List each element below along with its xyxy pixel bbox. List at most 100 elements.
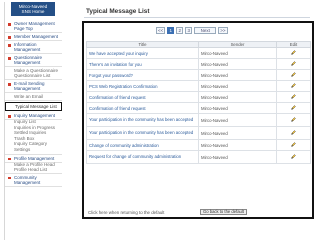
sidebar-item-member-management[interactable]: Member Management [5,33,62,41]
pagination: << 1 2 3 Next >> [156,27,228,34]
sidebar-item-label: Typical Message List [15,104,57,109]
edit-pencil-icon[interactable] [291,50,296,55]
profile-submenu: Make a Profile Head Profile Head List [5,162,62,174]
edit-cell [276,139,311,151]
message-title-link[interactable]: Your participation in the community has … [86,113,199,127]
sns-home-button[interactable]: Mirco-Naveed SNS Home [11,2,55,16]
table-row: There's an invitation for you Mirco-Navee… [86,58,311,70]
sidebar-item-label: Write an Email [14,94,44,99]
bullet-icon [8,44,11,47]
message-sender: Mirco-Naveed [198,126,277,140]
sidebar-item-questionnaire-management[interactable]: Questionnaire Management [5,54,62,67]
message-title-link[interactable]: Confirmation of friend request [86,102,199,114]
table-row: Change of community administration Mirco-… [86,139,311,151]
bullet-icon [8,83,11,86]
message-sender: Mirco-Naveed [198,80,277,92]
go-back-default-button[interactable]: Go back to the default [200,209,247,215]
sidebar: Mirco-Naveed SNS Home Owner Management P… [4,2,62,240]
edit-cell [276,80,311,92]
sidebar-item-label: Community Management [14,174,41,185]
edit-pencil-icon[interactable] [291,130,296,135]
message-title-link[interactable]: We have accepted your inquiry [86,47,199,59]
edit-cell [276,69,311,81]
message-sender: Mirco-Naveed [198,91,277,103]
message-title-link[interactable]: Forgot your password? [86,69,199,81]
table-row: Request for change of community administ… [86,150,311,164]
message-sender: Mirco-Naveed [198,69,277,81]
bullet-icon [8,176,11,180]
edit-pencil-icon[interactable] [291,61,296,66]
edit-pencil-icon[interactable] [291,154,296,159]
edit-pencil-icon[interactable] [291,94,296,99]
sidebar-item-label: Owner Management Page Top [14,21,55,31]
sidebar-item-label: Information Management [14,42,41,52]
sidebar-item-label: Make a Questionnaire Questionnaire List [14,68,59,78]
return-default-text: Click here when returning to the default [88,210,165,215]
sidebar-item-label: Profile Management [14,155,55,161]
sidebar-item-settings[interactable]: Settings [14,147,60,154]
table-row: Forgot your password? Mirco-Naveed [86,69,311,81]
edit-cell [276,150,311,164]
pager-next-button[interactable]: Next [194,27,217,34]
sidebar-item-information-management[interactable]: Information Management [5,41,62,54]
message-sender: Mirco-Naveed [198,58,277,70]
message-sender: Mirco-Naveed [198,47,277,59]
edit-pencil-icon[interactable] [291,105,296,110]
sidebar-item-write-email[interactable]: Write an Email [5,93,62,101]
bullet-icon [8,115,11,118]
pager-last-button[interactable]: >> [218,27,228,34]
bullet-icon [8,57,11,60]
edit-pencil-icon[interactable] [291,142,296,147]
sidebar-item-label: Member Management [14,34,59,39]
pager-prev-button[interactable]: << [156,27,166,34]
sidebar-item-profile-head-list[interactable]: Profile Head List [14,167,60,173]
edit-pencil-icon[interactable] [291,83,296,88]
table-row: We have accepted your inquiry Mirco-Navee… [86,47,311,59]
sidebar-item-label: E-mail Sending Management [14,81,45,91]
message-title-link[interactable]: PCS Web Registration Confirmation [86,80,199,92]
message-title-link[interactable]: Request for change of community administ… [86,150,199,164]
bullet-icon [8,36,11,39]
title-divider [84,17,310,18]
sns-home-label: SNS Home [21,9,45,15]
edit-cell [276,47,311,59]
edit-cell [276,113,311,127]
message-list-panel: << 1 2 3 Next >> Title Sender Edit We ha… [82,21,314,219]
message-sender: Mirco-Naveed [198,139,277,151]
main-content: Typical Message List << 1 2 3 Next >> Ti… [82,5,314,235]
edit-pencil-icon[interactable] [291,117,296,122]
sidebar-item-label: Questionnaire Management [14,55,43,65]
sidebar-item-email-sending[interactable]: E-mail Sending Management [5,80,62,93]
sidebar-item-label: Inquiry Management [14,113,56,118]
sidebar-item-community-management[interactable]: Community Management [5,174,62,187]
sidebar-item-typical-message-list[interactable]: Typical Message List [5,102,62,111]
typical-message-table: Title Sender Edit We have accepted your … [86,41,311,164]
pager-page-2[interactable]: 2 [176,27,184,34]
sidebar-menu: Owner Management Page Top Member Managem… [5,20,62,187]
table-row: Your participation in the community has … [86,113,311,127]
bullet-icon [8,157,11,161]
message-title-link[interactable]: Change of community administration [86,139,199,151]
message-title-link[interactable]: Confirmation of friend request [86,91,199,103]
edit-cell [276,102,311,114]
sidebar-item-owner-management[interactable]: Owner Management Page Top [5,20,62,33]
message-title-link[interactable]: Your participation in the community has … [86,126,199,140]
message-sender: Mirco-Naveed [198,102,277,114]
table-row: Confirmation of friend request Mirco-Nave… [86,91,311,103]
edit-pencil-icon[interactable] [291,72,296,77]
pager-page-3[interactable]: 3 [185,27,193,34]
edit-cell [276,126,311,140]
message-title-link[interactable]: There's an invitation for you [86,58,199,70]
edit-cell [276,58,311,70]
sidebar-item-questionnaire-list[interactable]: Make a Questionnaire Questionnaire List [5,67,62,80]
inquiry-submenu: Inquiry List Inquiries in Progress Settl… [5,119,62,155]
message-sender: Mirco-Naveed [198,150,277,164]
table-row: Your participation in the community has … [86,126,311,140]
pager-page-1[interactable]: 1 [167,27,175,34]
table-row: PCS Web Registration Confirmation Mirco-N… [86,80,311,92]
edit-cell [276,91,311,103]
bullet-icon [8,23,11,26]
table-row: Confirmation of friend request Mirco-Nave… [86,102,311,114]
page-title: Typical Message List [86,8,150,15]
message-sender: Mirco-Naveed [198,113,277,127]
